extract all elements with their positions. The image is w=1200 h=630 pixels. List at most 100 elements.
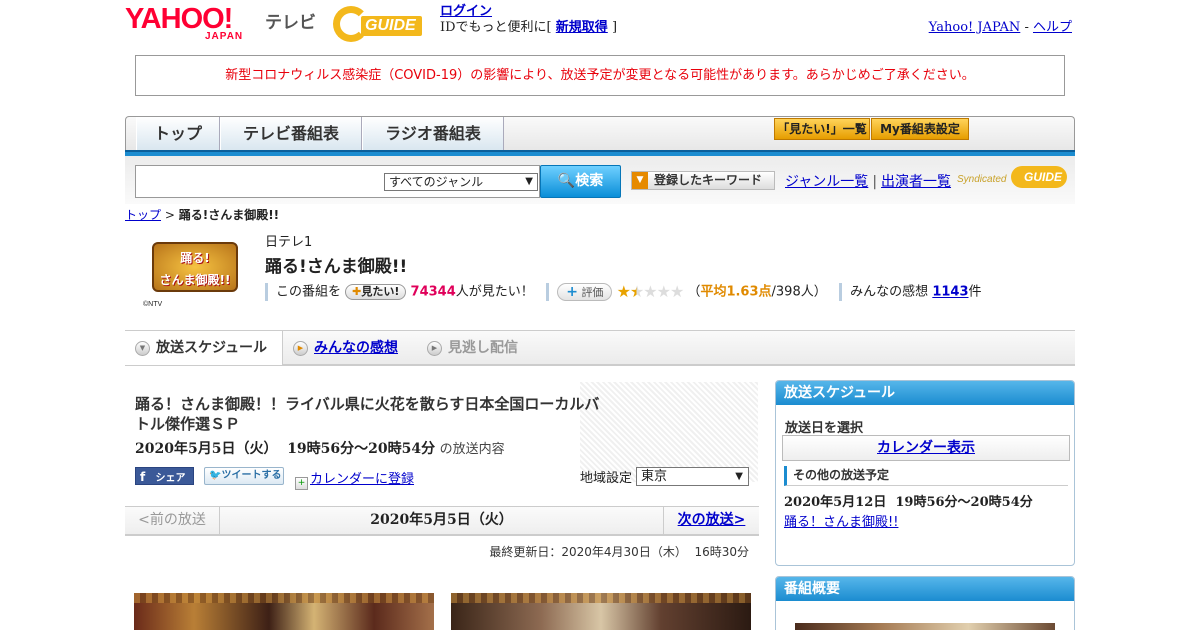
tab-label: 放送スケジュール [156,340,268,356]
covid-notice: 新型コロナウィルス感染症（COVID-19）の影響により、放送予定が変更となる可… [135,55,1065,96]
photo-decoration [451,593,751,603]
breadcrumb-separator: > [164,208,175,222]
plus-icon: ✚ [352,285,362,298]
search-link-separator: | [872,174,878,190]
twitter-icon: 🐦 [209,470,222,481]
schedule-sidebar: 放送スケジュール 放送日を選択 カレンダー表示 その他の放送予定 2020年5月… [775,380,1075,566]
calendar-register-link[interactable]: カレンダーに登録 [310,472,414,487]
program-station: 日テレ1 [265,235,313,250]
genre-select[interactable]: すべてのジャンル ▼ [384,173,538,191]
login-text: IDでもっと便利に[ [440,20,552,35]
choose-date-label: 放送日を選択 [785,421,864,436]
review-count-link[interactable]: 1143 [932,285,968,300]
calendar-icon: + [295,477,308,490]
rate-button[interactable]: + 評価 [557,283,613,301]
program-subtabs: ▼ 放送スケジュール ▶ みんなの感想 ▶ 見逃し配信 [125,330,1075,366]
tab-label: みんなの感想 [314,340,398,356]
yahoo-japan-link[interactable]: Yahoo! JAPAN [929,20,1021,35]
gguide-logo-text: GUIDE [361,16,422,36]
next-broadcast[interactable]: 次の放送> [663,507,759,534]
my-listings-settings-button[interactable]: My番組表設定 [871,118,969,140]
yahoo-japan-logo[interactable]: YAHOO! JAPAN [125,4,265,42]
dropdown-triangle-icon: ▼ [632,172,648,189]
registered-keywords-button[interactable]: ▼ 登録したキーワード [631,171,775,190]
tw-label: ツイートする [221,470,282,481]
search-bar: すべてのジャンル ▼ 🔍検索 ▼ 登録したキーワード ジャンル一覧 | 出演者一覧 S… [125,156,1075,204]
rate-label: 評価 [581,286,604,299]
rating-average: 平均1.63点 [700,284,772,300]
twitter-tweet-button[interactable]: 🐦ツイートする [204,467,284,485]
episode-title: 踊る！さんま御殿！！ライバル県に火花を散らす日本全国ローカルバトル傑作選ＳＰ [135,395,600,433]
star-half-icon: ★ [629,282,644,301]
help-link[interactable]: ヘルプ [1033,20,1072,35]
stat-divider [265,283,268,301]
search-icon: 🔍 [557,173,576,189]
episode-photo[interactable] [134,593,434,630]
star-empty-icon: ★★★ [643,282,684,301]
star-full-icon: ★ [616,282,631,301]
stat-divider [546,283,550,301]
want-count: 74344 [410,284,456,300]
site-header: YAHOO! JAPAN テレビ GUIDE ログイン IDでもっと便利に[ 新… [125,0,1075,48]
tab-radio-listings[interactable]: ラジオ番組表 [362,117,504,152]
prev-broadcast: <前の放送 [125,507,220,534]
top-links: Yahoo! JAPAN - ヘルプ [929,16,1072,35]
syndicated-text: Syndicated [957,174,1007,185]
region-select[interactable]: 東京 ▼ [636,467,749,486]
overview-photo [795,623,1055,630]
cast-list-link[interactable]: 出演者一覧 [881,174,951,190]
breadcrumb: トップ > 踊る!さんま御殿!! [125,206,279,223]
want-list-button[interactable]: 「見たい!」一覧 [774,118,870,140]
facebook-icon: f [140,470,146,484]
episode-photo[interactable] [451,593,751,630]
want-badge-label: 見たい! [361,285,400,298]
link-separator: - [1024,20,1029,35]
rating-stars: ★★★★★ [616,282,685,302]
tab-tv-listings[interactable]: テレビ番組表 [220,117,362,152]
search-links: ジャンル一覧 | 出演者一覧 [785,171,951,191]
gguide-logo[interactable]: GUIDE [333,6,433,42]
program-thumbnail: 踊る! さんま御殿!! ©NTV [143,230,248,308]
want-button[interactable]: ✚見たい! [345,284,407,300]
add-to-calendar[interactable]: + カレンダーに登録 [295,468,414,490]
tab-top[interactable]: トップ [136,117,220,152]
schedule-sidebar-head: 放送スケジュール [776,381,1074,405]
login-text-end: ] [611,20,618,35]
syndicated-gguide-text: GUIDE [1011,166,1067,188]
broadcast-pager: <前の放送 2020年5月5日（火） 次の放送> [125,506,759,536]
next-broadcast-link[interactable]: 次の放送> [678,512,746,528]
genre-list-link[interactable]: ジャンル一覧 [785,174,868,190]
breadcrumb-top-link[interactable]: トップ [125,208,161,222]
play-icon: ▶ [293,340,308,356]
other-schedule-link[interactable]: 踊る！さんま御殿!! [784,515,898,530]
genre-selected-value: すべてのジャンル [389,175,484,189]
tab-catch-up[interactable]: ▶ 見逃し配信 [427,331,518,365]
rating-open: （ [687,284,701,300]
main-nav: トップ テレビ番組表 ラジオ番組表 「見たい!」一覧 My番組表設定 [125,116,1075,152]
tv-logo[interactable]: テレビ [265,8,316,33]
chevron-down-icon: ▼ [525,176,533,187]
thumb-text-2: さんま御殿!! [159,273,231,287]
tab-broadcast-schedule[interactable]: ▼ 放送スケジュール [125,331,283,365]
rating-people: /398人 [771,284,814,300]
thumb-text-1: 踊る! [180,251,210,265]
tab-reviews[interactable]: ▶ みんなの感想 [293,331,398,365]
program-stats: この番組を ✚見たい! 74344人が見たい！ + 評価 ★★★★★ （平均1.… [265,282,982,302]
tab-label: 見逃し配信 [448,340,518,356]
syndicated-gguide-logo: Syndicated GUIDE [955,166,1070,192]
keywords-label: 登録したキーワード [654,173,763,187]
search-button[interactable]: 🔍検索 [540,165,621,198]
episode-date: 2020年5月5日（火） 19時56分～20時54分 [135,441,436,457]
yahoo-logo-text: YAHOO! [125,3,233,35]
review-suffix: 件 [968,284,982,300]
rating-close: ） [813,284,827,300]
calendar-display-link[interactable]: カレンダー表示 [877,440,975,456]
signup-link[interactable]: 新規取得 [556,20,608,35]
photo-decoration [134,593,434,603]
calendar-display-button[interactable]: カレンダー表示 [782,435,1070,461]
review-prefix: みんなの感想 [850,284,929,300]
thumb-credit: ©NTV [143,301,163,308]
login-link[interactable]: ログイン [440,4,492,19]
facebook-share-button[interactable]: f シェア [135,467,194,485]
yahoo-logo-sub: JAPAN [205,31,244,42]
